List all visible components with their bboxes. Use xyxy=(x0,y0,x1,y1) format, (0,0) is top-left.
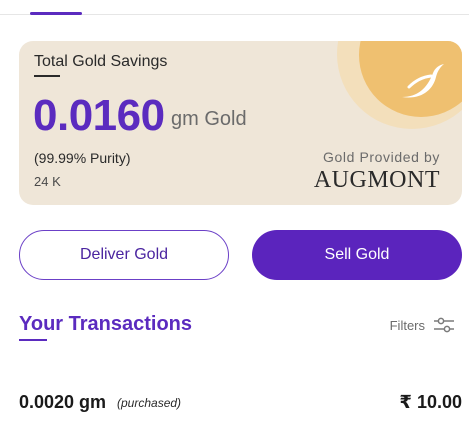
card-title: Total Gold Savings xyxy=(34,53,168,70)
gold-purity: (99.99% Purity) xyxy=(34,150,131,166)
gold-amount-unit: gm Gold xyxy=(171,108,247,130)
deliver-gold-button[interactable]: Deliver Gold xyxy=(19,230,229,280)
gold-savings-card: Total Gold Savings 0.0160 gm Gold (99.99… xyxy=(19,41,462,205)
transaction-amount: 0.0020 gm xyxy=(19,392,107,412)
sell-gold-button[interactable]: Sell Gold xyxy=(252,230,462,280)
transaction-type: (purchased) xyxy=(117,396,182,410)
card-title-underline xyxy=(34,75,60,77)
active-tab-indicator xyxy=(30,12,82,15)
provider-logo-text: AUGMONT xyxy=(313,167,440,193)
transactions-title-underline xyxy=(19,339,47,341)
gold-karat: 24 K xyxy=(34,174,61,189)
transaction-row[interactable]: 0.0020 gm (purchased) ₹ 10.00 xyxy=(19,392,462,416)
augmont-swoosh-icon xyxy=(402,64,444,98)
filters-label: Filters xyxy=(389,317,425,333)
transaction-price: ₹ 10.00 xyxy=(399,392,462,412)
filters-button[interactable]: Filters xyxy=(390,317,455,333)
sliders-icon xyxy=(434,317,454,333)
provider-label: Gold Provided by xyxy=(323,149,440,165)
gold-amount: 0.0160 xyxy=(33,91,165,140)
transactions-title: Your Transactions xyxy=(19,313,193,335)
